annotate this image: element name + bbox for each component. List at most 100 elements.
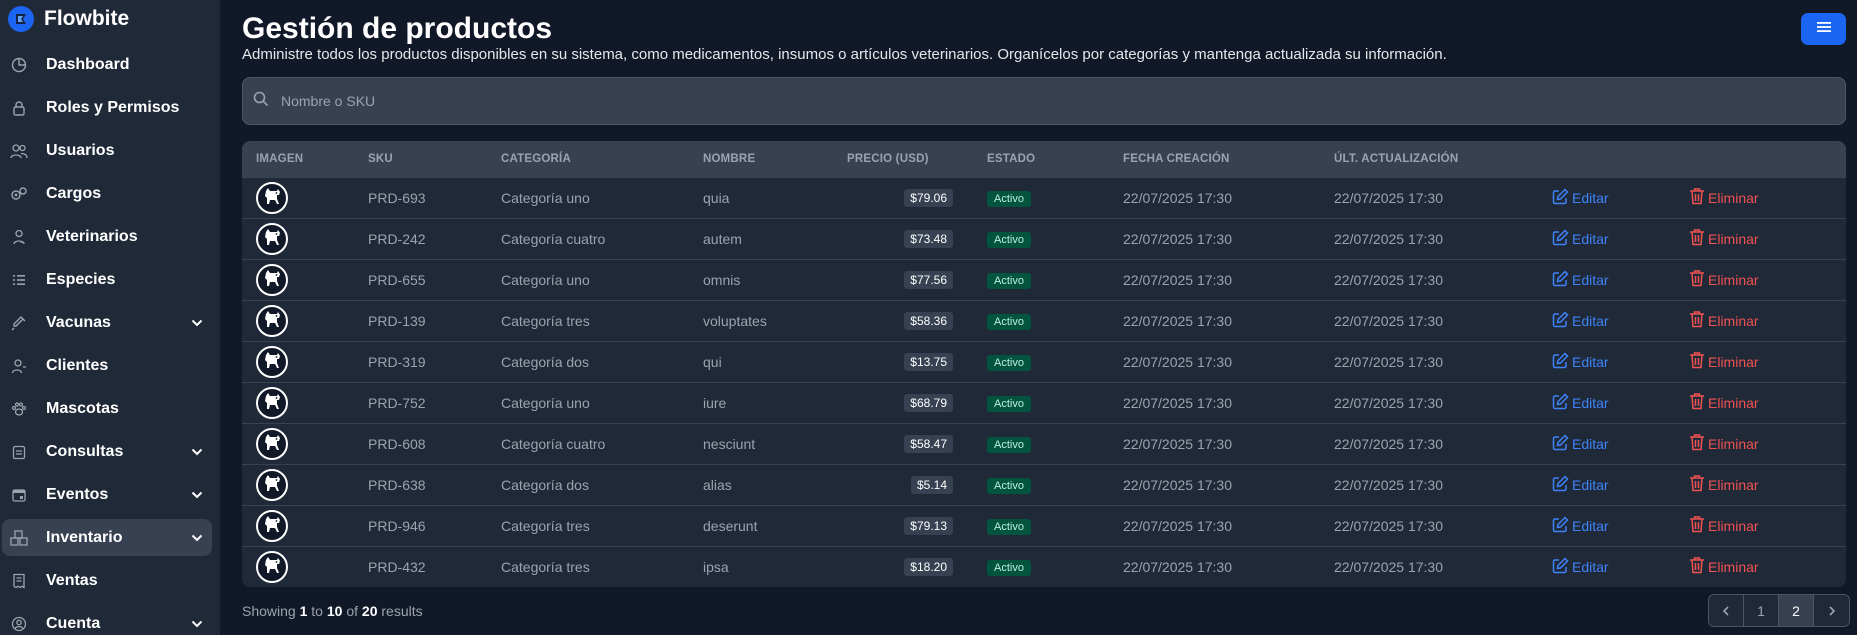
table-row: PRD-638 Categoría dos alias $5.14 Activo 22/0… bbox=[242, 464, 1846, 505]
status-badge: Activo bbox=[987, 518, 1031, 535]
created-cell: 22/07/2025 17:30 bbox=[1123, 394, 1232, 411]
price-badge: $73.48 bbox=[904, 229, 953, 248]
table-row: PRD-752 Categoría uno iure $68.79 Activo 22/0… bbox=[242, 382, 1846, 423]
column-header: Categoría bbox=[501, 152, 571, 165]
sidebar-item-inventario[interactable]: Inventario bbox=[2, 519, 212, 556]
chevron-down-icon[interactable] bbox=[190, 531, 204, 545]
edit-button[interactable]: Editar bbox=[1552, 392, 1609, 413]
trash-icon bbox=[1689, 556, 1705, 577]
sidebar-item-usuarios[interactable]: Usuarios bbox=[2, 132, 212, 169]
created-cell: 22/07/2025 17:30 bbox=[1123, 476, 1232, 493]
dog-icon bbox=[261, 185, 283, 210]
status-badge: Activo bbox=[987, 190, 1031, 207]
delete-cell: Eliminar bbox=[1675, 259, 1846, 300]
sidebar-item-dashboard[interactable]: Dashboard bbox=[2, 46, 212, 83]
chevron-down-icon[interactable] bbox=[190, 488, 204, 502]
price-badge: $13.75 bbox=[904, 352, 953, 371]
edit-button[interactable]: Editar bbox=[1552, 433, 1609, 454]
table-row: PRD-432 Categoría tres ipsa $18.20 Activo 22/… bbox=[242, 546, 1846, 587]
delete-button[interactable]: Eliminar bbox=[1689, 474, 1759, 495]
page-button-1[interactable]: 1 bbox=[1744, 595, 1779, 626]
image-cell bbox=[242, 464, 354, 505]
column-header: Fecha creación bbox=[1123, 152, 1230, 165]
product-image bbox=[256, 222, 288, 255]
name-cell: iure bbox=[703, 394, 727, 411]
edit-button[interactable]: Editar bbox=[1552, 228, 1609, 249]
delete-button[interactable]: Eliminar bbox=[1689, 351, 1759, 372]
prev-page-button[interactable] bbox=[1709, 595, 1744, 626]
sidebar-item-ventas[interactable]: Ventas bbox=[2, 562, 212, 599]
sku-cell: PRD-946 bbox=[368, 517, 426, 534]
edit-icon bbox=[1552, 310, 1569, 331]
updated-cell: 22/07/2025 17:30 bbox=[1334, 435, 1443, 452]
name-cell: voluptates bbox=[703, 312, 767, 329]
menu-button[interactable] bbox=[1801, 13, 1846, 45]
column-header bbox=[1538, 141, 1675, 177]
delete-button[interactable]: Eliminar bbox=[1689, 556, 1759, 577]
dog-icon bbox=[261, 554, 283, 579]
sku-cell: PRD-608 bbox=[368, 435, 426, 452]
chevron-down-icon[interactable] bbox=[190, 316, 204, 330]
updated-cell: 22/07/2025 17:30 bbox=[1334, 312, 1443, 329]
delete-button[interactable]: Eliminar bbox=[1689, 515, 1759, 536]
edit-button[interactable]: Editar bbox=[1552, 557, 1609, 577]
sidebar-item-eventos[interactable]: Eventos bbox=[2, 476, 212, 513]
edit-label: Editar bbox=[1572, 353, 1609, 370]
chevron-down-icon[interactable] bbox=[190, 445, 204, 459]
status-badge: Activo bbox=[987, 436, 1031, 453]
chart-pie-icon bbox=[10, 56, 28, 74]
delete-label: Eliminar bbox=[1708, 435, 1759, 452]
trash-icon bbox=[1689, 269, 1705, 290]
delete-button[interactable]: Eliminar bbox=[1689, 392, 1759, 413]
price-cell: $73.48 bbox=[833, 218, 973, 259]
sidebar-item-label: Ventas bbox=[46, 571, 98, 589]
edit-button[interactable]: Editar bbox=[1552, 351, 1609, 372]
sidebar-item-veterinarios[interactable]: Veterinarios bbox=[2, 218, 212, 255]
next-page-button[interactable] bbox=[1814, 595, 1849, 626]
sidebar-item-vacunas[interactable]: Vacunas bbox=[2, 304, 212, 341]
delete-label: Eliminar bbox=[1708, 558, 1759, 575]
list-icon bbox=[10, 271, 28, 289]
category-cell: Categoría uno bbox=[501, 189, 590, 206]
search-input[interactable] bbox=[281, 93, 1781, 109]
image-cell bbox=[242, 218, 354, 259]
delete-button[interactable]: Eliminar bbox=[1689, 228, 1759, 249]
sidebar-item-clientes[interactable]: Clientes bbox=[2, 347, 212, 384]
delete-button[interactable]: Eliminar bbox=[1689, 433, 1759, 454]
edit-cell: Editar bbox=[1538, 546, 1675, 587]
price-badge: $77.56 bbox=[904, 270, 953, 289]
edit-label: Editar bbox=[1572, 435, 1609, 452]
chevron-down-icon[interactable] bbox=[190, 617, 204, 631]
edit-button[interactable]: Editar bbox=[1552, 269, 1609, 290]
delete-button[interactable]: Eliminar bbox=[1689, 310, 1759, 331]
sidebar-item-mascotas[interactable]: Mascotas bbox=[2, 390, 212, 427]
sidebar-item-especies[interactable]: Especies bbox=[2, 261, 212, 298]
delete-button[interactable]: Eliminar bbox=[1689, 187, 1759, 208]
brand[interactable]: Flowbite bbox=[8, 4, 129, 34]
edit-button[interactable]: Editar bbox=[1552, 187, 1609, 208]
delete-button[interactable]: Eliminar bbox=[1689, 269, 1759, 290]
delete-label: Eliminar bbox=[1708, 394, 1759, 411]
table-row: PRD-693 Categoría uno quia $79.06 Activo 22/0… bbox=[242, 177, 1846, 218]
edit-button[interactable]: Editar bbox=[1552, 474, 1609, 495]
products-table: Imagen SKU Categoría Nombre Precio (USD) Esta… bbox=[242, 141, 1846, 587]
product-image bbox=[256, 181, 288, 214]
sidebar-item-consultas[interactable]: Consultas bbox=[2, 433, 212, 470]
created-cell: 22/07/2025 17:30 bbox=[1123, 312, 1232, 329]
sidebar-item-roles-y-permisos[interactable]: Roles y Permisos bbox=[2, 89, 212, 126]
sidebar-item-label: Consultas bbox=[46, 442, 124, 460]
edit-button[interactable]: Editar bbox=[1552, 310, 1609, 331]
sidebar-item-cuenta[interactable]: Cuenta bbox=[2, 605, 212, 635]
user-circle-icon bbox=[10, 615, 28, 633]
paw-icon bbox=[10, 400, 28, 418]
page-button-2[interactable]: 2 bbox=[1779, 595, 1814, 626]
edit-button[interactable]: Editar bbox=[1552, 515, 1609, 536]
edit-label: Editar bbox=[1572, 189, 1609, 206]
name-cell: autem bbox=[703, 230, 742, 247]
product-image bbox=[256, 386, 288, 419]
trash-icon bbox=[1689, 351, 1705, 372]
edit-label: Editar bbox=[1572, 271, 1609, 288]
sidebar-item-cargos[interactable]: Cargos bbox=[2, 175, 212, 212]
delete-label: Eliminar bbox=[1708, 517, 1759, 534]
column-header: Nombre bbox=[703, 152, 756, 165]
